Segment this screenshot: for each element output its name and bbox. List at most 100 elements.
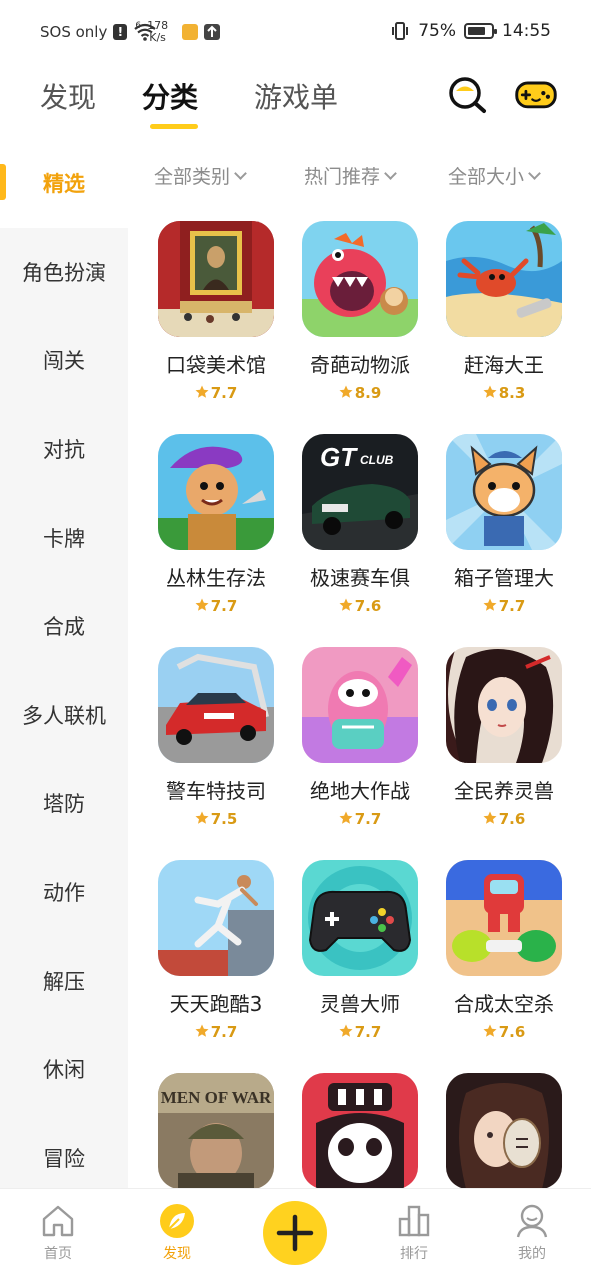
game-rating: 7.7: [287, 1023, 433, 1041]
rating-value: 7.7: [498, 597, 526, 615]
game-icon-men-of-war: MEN OF WAR: [158, 1073, 274, 1188]
plus-icon: [276, 1214, 314, 1252]
men-of-war-logo-text: MEN OF WAR: [161, 1088, 272, 1107]
sidebar-item-multiplayer[interactable]: 多人联机: [0, 700, 128, 730]
svg-text:CLUB: CLUB: [360, 453, 394, 467]
chevron-down-icon: [234, 166, 247, 180]
game-card[interactable]: 箱子管理大 7.7: [431, 434, 571, 634]
search-icon[interactable]: [446, 74, 490, 114]
filter-bar: 全部类别 热门推荐 全部大小: [128, 150, 591, 200]
game-rating: 7.5: [143, 810, 289, 828]
game-name: 合成太空杀: [454, 992, 554, 1016]
game-rating: 7.6: [287, 597, 433, 615]
sidebar-item-versus[interactable]: 对抗: [0, 434, 128, 464]
game-card[interactable]: 天天跑酷3 7.7: [143, 860, 283, 1060]
status-right: 75% 14:55: [390, 21, 551, 41]
star-icon: [195, 598, 209, 611]
sidebar-item-rpg[interactable]: 角色扮演: [0, 257, 128, 287]
rating-value: 8.3: [498, 384, 526, 402]
game-card[interactable]: 赶海大王 8.3: [431, 221, 571, 421]
game-card[interactable]: 丛林生存法 7.7: [143, 434, 283, 634]
game-icon-space-merge: [446, 860, 562, 976]
game-rating: 7.7: [431, 597, 577, 615]
filter-popular[interactable]: 热门推荐: [304, 162, 397, 189]
tab-discover[interactable]: 发现: [40, 76, 96, 116]
status-bar: SOS only ! 6 178 K/s 75% 14:55: [0, 0, 591, 66]
nav-label: 首页: [44, 1246, 72, 1262]
game-icon-parkour: [158, 860, 274, 976]
rating-value: 7.7: [210, 597, 238, 615]
game-rating: 7.7: [143, 1023, 289, 1041]
nav-home[interactable]: 首页: [18, 1203, 98, 1263]
add-button[interactable]: [263, 1201, 327, 1265]
game-icon-weird-animals: [302, 221, 418, 337]
game-name: 奇葩动物派: [310, 353, 410, 377]
filter-label: 热门推荐: [304, 166, 381, 188]
game-name: 极速赛车俱: [310, 566, 410, 590]
filter-label: 全部大小: [448, 166, 525, 188]
star-icon: [195, 1024, 209, 1037]
game-name: 全民养灵兽: [454, 779, 554, 803]
game-icon-beast-master: [302, 860, 418, 976]
game-icon-pocket-museum: [158, 221, 274, 337]
rating-value: 7.5: [210, 810, 238, 828]
profile-icon: [516, 1204, 548, 1238]
sidebar-item-relax[interactable]: 解压: [0, 966, 128, 996]
nav-profile[interactable]: 我的: [492, 1203, 572, 1263]
sidebar-item-adventure[interactable]: 冒险: [0, 1143, 128, 1173]
star-icon: [483, 385, 497, 398]
game-card[interactable]: 口袋美术馆 7.7: [143, 221, 283, 421]
sidebar-item-tower-defense[interactable]: 塔防: [0, 788, 128, 818]
star-icon: [339, 1024, 353, 1037]
game-icon-spirit-beast: [446, 647, 562, 763]
star-icon: [483, 1024, 497, 1037]
tab-category[interactable]: 分类: [142, 76, 198, 116]
sidebar-item-levels[interactable]: 闯关: [0, 345, 128, 375]
game-rating: 8.3: [431, 384, 577, 402]
nav-ranking[interactable]: 排行: [374, 1203, 454, 1263]
game-card[interactable]: MEN OF WAR: [143, 1073, 283, 1188]
game-icon-skull: [302, 1073, 418, 1188]
star-icon: [483, 598, 497, 611]
sidebar-item-merge[interactable]: 合成: [0, 611, 128, 641]
tab-game-lists[interactable]: 游戏单: [254, 76, 338, 116]
sidebar-item-cards[interactable]: 卡牌: [0, 523, 128, 553]
game-name: 绝地大作战: [310, 779, 410, 803]
category-sidebar: 精选 角色扮演 闯关 对抗 卡牌 合成 多人联机 塔防 动作 解压 休闲 冒险: [0, 140, 128, 1190]
game-icon-battle-guys: [302, 647, 418, 763]
game-name: 警车特技司: [166, 779, 266, 803]
filter-all-categories[interactable]: 全部类别: [154, 162, 247, 189]
sidebar-item-featured[interactable]: 精选: [0, 168, 128, 198]
game-card[interactable]: 灵兽大师 7.7: [287, 860, 427, 1060]
notification-app-icon: [182, 24, 199, 40]
game-name: 天天跑酷3: [169, 992, 263, 1016]
sidebar-item-action[interactable]: 动作: [0, 877, 128, 907]
game-rating: 7.6: [431, 1023, 577, 1041]
game-card[interactable]: [431, 1073, 571, 1188]
nav-discover[interactable]: 发现: [137, 1203, 217, 1263]
sidebar-item-casual[interactable]: 休闲: [0, 1054, 128, 1084]
game-card[interactable]: 合成太空杀 7.6: [431, 860, 571, 1060]
game-grid: 口袋美术馆 7.7 奇葩动物派 8.9 赶海大王 8.3 丛林生存法 7.7 G…: [128, 200, 591, 1188]
rating-value: 7.6: [354, 597, 382, 615]
star-icon: [339, 811, 353, 824]
chevron-down-icon: [528, 166, 541, 180]
gamepad-icon[interactable]: [514, 74, 558, 114]
game-card[interactable]: 全民养灵兽 7.6: [431, 647, 571, 847]
battery-icon: [464, 23, 497, 39]
svg-text:GT: GT: [320, 442, 358, 472]
game-card[interactable]: 警车特技司 7.5: [143, 647, 283, 847]
filter-size[interactable]: 全部大小: [448, 162, 541, 189]
game-rating: 7.7: [287, 810, 433, 828]
upload-icon: [204, 24, 221, 40]
game-icon-sea-king: [446, 221, 562, 337]
game-name: 口袋美术馆: [166, 353, 266, 377]
game-card[interactable]: GT CLUB 极速赛车俱 7.6: [287, 434, 427, 634]
active-tab-indicator: [150, 124, 198, 129]
game-card[interactable]: [287, 1073, 427, 1188]
rating-value: 7.7: [354, 1023, 382, 1041]
clock: 14:55: [502, 21, 551, 41]
game-rating: 7.7: [143, 597, 289, 615]
game-card[interactable]: 绝地大作战 7.7: [287, 647, 427, 847]
game-card[interactable]: 奇葩动物派 8.9: [287, 221, 427, 421]
